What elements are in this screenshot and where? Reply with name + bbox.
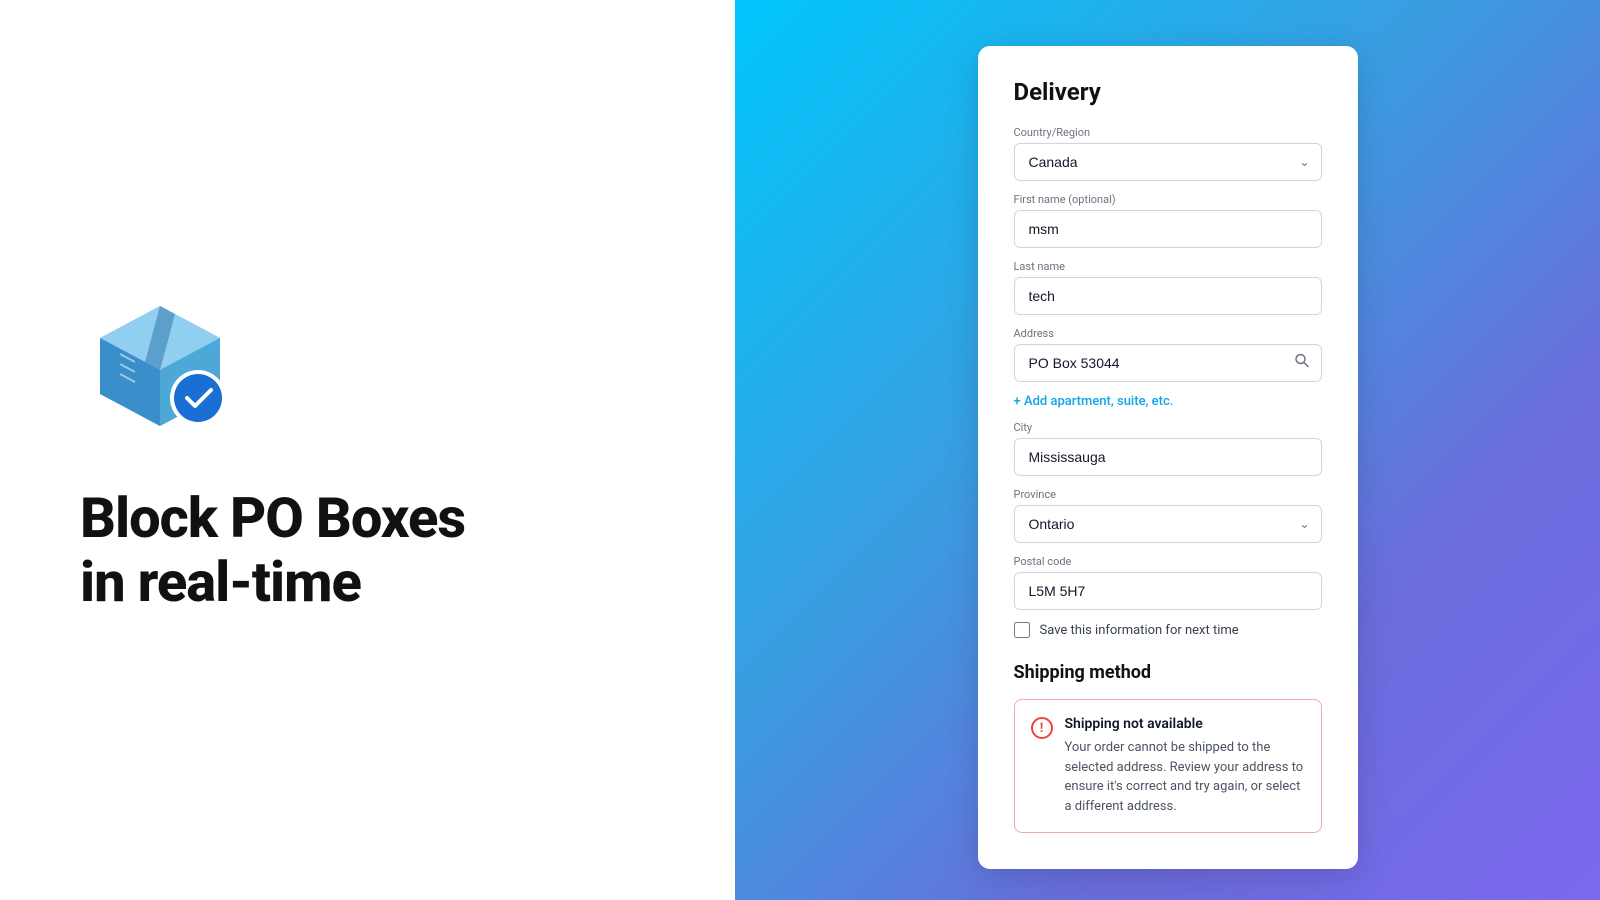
address-search-icon[interactable]: [1292, 351, 1312, 376]
headline: Block PO Boxes in real-time: [80, 486, 465, 615]
delivery-card: Delivery Country/Region Canada United St…: [978, 46, 1358, 869]
country-select-wrapper: Canada United States United Kingdom ⌄: [1014, 143, 1322, 181]
first-name-field: First name (optional): [1014, 193, 1322, 248]
province-select-wrapper: Ontario British Columbia Alberta Quebec …: [1014, 505, 1322, 543]
postal-code-input[interactable]: [1014, 572, 1322, 610]
right-panel: Delivery Country/Region Canada United St…: [735, 0, 1600, 900]
last-name-input[interactable]: [1014, 277, 1322, 315]
address-label: Address: [1014, 327, 1322, 340]
city-input[interactable]: [1014, 438, 1322, 476]
postal-code-field: Postal code: [1014, 555, 1322, 610]
save-info-label[interactable]: Save this information for next time: [1040, 623, 1239, 638]
province-select[interactable]: Ontario British Columbia Alberta Quebec: [1014, 505, 1322, 543]
country-select[interactable]: Canada United States United Kingdom: [1014, 143, 1322, 181]
country-label: Country/Region: [1014, 126, 1322, 139]
shipping-error-desc: Your order cannot be shipped to the sele…: [1065, 738, 1305, 816]
delivery-title: Delivery: [1014, 78, 1322, 106]
last-name-label: Last name: [1014, 260, 1322, 273]
city-label: City: [1014, 421, 1322, 434]
logo-container: [80, 286, 240, 446]
error-icon: !: [1031, 717, 1053, 739]
product-logo: [80, 286, 240, 446]
shipping-error-title: Shipping not available: [1065, 716, 1305, 732]
last-name-field: Last name: [1014, 260, 1322, 315]
address-input-wrapper: [1014, 344, 1322, 382]
postal-code-label: Postal code: [1014, 555, 1322, 568]
save-info-row: Save this information for next time: [1014, 622, 1322, 638]
shipping-method-title: Shipping method: [1014, 662, 1322, 683]
province-field: Province Ontario British Columbia Albert…: [1014, 488, 1322, 543]
address-input[interactable]: [1014, 344, 1322, 382]
province-label: Province: [1014, 488, 1322, 501]
city-field: City: [1014, 421, 1322, 476]
country-field: Country/Region Canada United States Unit…: [1014, 126, 1322, 181]
first-name-input[interactable]: [1014, 210, 1322, 248]
add-apartment-link[interactable]: + Add apartment, suite, etc.: [1014, 394, 1322, 409]
shipping-error-box: ! Shipping not available Your order cann…: [1014, 699, 1322, 833]
error-content: Shipping not available Your order cannot…: [1065, 716, 1305, 816]
save-info-checkbox[interactable]: [1014, 622, 1030, 638]
address-field: Address: [1014, 327, 1322, 382]
first-name-label: First name (optional): [1014, 193, 1322, 206]
left-panel: Block PO Boxes in real-time: [0, 0, 735, 900]
